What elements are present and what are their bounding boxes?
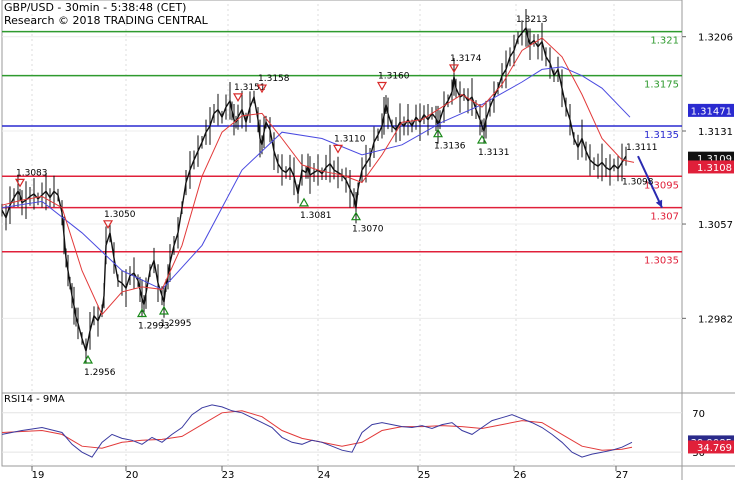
level-label: 1.321 [650, 36, 679, 47]
plot-frame [1, 0, 683, 467]
date-tick-label: 25 [418, 470, 431, 480]
rsi-panel: 703039.908534.769 [1, 404, 734, 459]
annotation-label: 1.3083 [16, 168, 48, 178]
rsi-tick-label: 70 [692, 409, 705, 420]
level-label: 1.307 [650, 212, 679, 223]
sell-marker-icon [232, 93, 244, 103]
chart-annotations: 1.30831.30501.29561.29931.29951.31511.31… [14, 15, 663, 378]
annotation-label: 1.3136 [434, 142, 466, 152]
chart-gridlines [1, 0, 735, 480]
price-tick-label: 1.3131 [698, 127, 733, 138]
date-tick-label: 20 [126, 470, 139, 480]
price-tick-label: 1.3206 [698, 33, 733, 44]
annotation-label: 1.3174 [450, 54, 482, 64]
annotation-label: 1.2995 [160, 319, 192, 329]
annotation-label: 1.3131 [478, 148, 510, 158]
annotation-label: 1.3070 [352, 225, 384, 235]
copyright-line: Research © 2018 TRADING CENTRAL [4, 14, 208, 27]
buy-marker-icon [476, 134, 488, 144]
date-tick-label: 23 [222, 470, 235, 480]
gbpusd-chart: 1.3211.31751.31351.30951.3071.3035 70303… [1, 0, 735, 480]
annotation-label: 1.3111 [626, 143, 658, 153]
annotation-label: 1.3110 [334, 134, 366, 144]
level-label: 1.3175 [644, 80, 679, 91]
date-axis: 19 20 23 24 25 26 27 [31, 466, 629, 480]
annotation-label: 1.3158 [258, 74, 290, 84]
sell-marker-icon [332, 144, 344, 154]
annotation-label: 1.3151 [234, 83, 266, 93]
buy-marker-icon [298, 197, 310, 207]
price-tick-label: 1.2982 [698, 314, 733, 325]
annotation-label: 1.3213 [516, 15, 548, 25]
price-tick-label: 1.3057 [698, 220, 733, 231]
rsi-title: RSI14 - 9MA [4, 394, 65, 405]
blue-price-tag-label: 1.31471 [691, 106, 732, 117]
buy-marker-icon [82, 354, 94, 364]
level-label: 1.3135 [644, 130, 679, 141]
annotation-label: 1.3081 [300, 211, 332, 221]
level-label: 1.3035 [644, 256, 679, 267]
annotation-label: 1.3098 [622, 177, 654, 187]
date-tick-label: 24 [318, 470, 331, 480]
ma-slow-line [1, 66, 631, 291]
annotation-label: 1.2956 [84, 368, 116, 378]
sell-marker-icon [376, 81, 388, 91]
date-tick-label: 19 [32, 470, 45, 480]
date-tick-label: 26 [514, 470, 527, 480]
annotation-label: 1.3160 [378, 72, 410, 82]
sell-marker-icon [14, 178, 26, 188]
rsi-ma-tag-label: 34.769 [697, 443, 732, 454]
red-price-tag-label: 1.3108 [697, 163, 732, 174]
annotation-label: 1.3050 [104, 210, 136, 220]
date-tick-label: 27 [616, 470, 629, 480]
support-resistance-levels: 1.3211.31751.31351.30951.3071.3035 [2, 30, 682, 267]
chart-title: GBP/USD - 30min - 5:38:48 (CET) [4, 1, 187, 14]
rsi-ma-line [1, 410, 633, 451]
price-axis: 1.32061.31311.30571.29821.314711.31091.3… [682, 33, 734, 325]
